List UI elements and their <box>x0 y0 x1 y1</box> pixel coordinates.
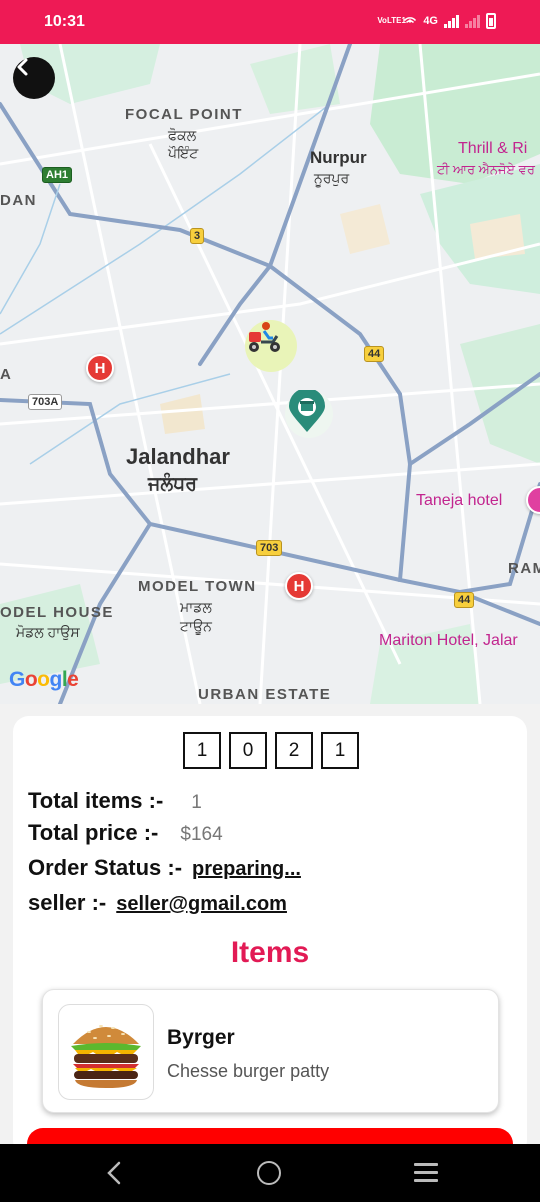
map-label-nurpur: Nurpur <box>310 148 367 167</box>
map-label-model-town-local: ਮਾਡਲ ਟਾਊਨ <box>180 599 212 634</box>
total-price-value: $164 <box>180 824 223 845</box>
google-logo-letter: G <box>9 668 25 691</box>
status-icons: VoLTE1 4G <box>377 12 496 29</box>
google-logo-letter: e <box>67 668 79 691</box>
otp-digit: 1 <box>183 732 221 769</box>
back-button[interactable] <box>13 57 55 99</box>
nav-home-icon[interactable] <box>257 1161 281 1185</box>
map-label-jalandhar-local: ਜਲੰਧਰ <box>148 474 198 495</box>
status-time: 10:31 <box>44 13 85 30</box>
order-details-card: 1 0 2 1 Total items :- 1 Total price :- … <box>13 716 527 1156</box>
map-label-thrill: Thrill & Ri <box>458 140 528 157</box>
seller-email-link[interactable]: seller@gmail.com <box>116 893 287 916</box>
network-type-label: 4G <box>423 14 438 27</box>
volte-icon: VoLTE1 <box>377 15 406 25</box>
road-shield-44-south: 44 <box>454 592 475 608</box>
otp-digit: 1 <box>321 732 359 769</box>
otp-digit: 0 <box>229 732 267 769</box>
google-logo-letter: g <box>49 668 63 691</box>
status-bar: 10:31 VoLTE1 4G <box>0 0 540 44</box>
otp-digit: 2 <box>275 732 313 769</box>
map-label-dan: DAN <box>0 192 37 209</box>
map-label-thrill-local: ਟੀ ਆਰ ਐਨਜੋਏ ਵਰ <box>437 162 535 177</box>
map-label-urban-estate: URBAN ESTATE <box>198 686 332 703</box>
hospital-pin-icon[interactable]: H <box>86 354 114 382</box>
map-view[interactable]: FOCAL POINT ਫੋਕਲ ਪੌਇੰਟ Nurpur ਨੂਰਪੁਰ Thr… <box>0 44 540 704</box>
total-price-row: Total price :- $164 <box>28 820 223 846</box>
google-logo: Google <box>9 668 79 692</box>
nav-back-icon[interactable] <box>104 1160 124 1186</box>
order-status-label: Order Status :- <box>28 855 183 880</box>
system-navigation-bar <box>0 1144 540 1202</box>
map-label-model-house: ODEL HOUSE <box>0 604 114 621</box>
total-price-label: Total price :- <box>28 820 159 845</box>
items-heading: Items <box>230 936 310 969</box>
item-description: Chesse burger patty <box>167 1061 330 1081</box>
chevron-left-icon <box>17 58 28 76</box>
delivery-rider-marker-icon[interactable] <box>245 320 297 372</box>
map-label-ram: RAM <box>508 560 540 577</box>
battery-icon <box>486 12 496 29</box>
burger-image <box>58 1004 154 1100</box>
map-label-jalandhar: Jalandhar <box>126 444 230 469</box>
road-shield-ah1: AH1 <box>42 167 73 183</box>
restaurant-location-pin-icon[interactable] <box>285 390 333 438</box>
order-status-value[interactable]: preparing... <box>192 858 301 881</box>
total-items-row: Total items :- 1 <box>28 788 202 814</box>
google-logo-letter: o <box>24 668 38 691</box>
seller-label: seller :- <box>28 890 107 915</box>
map-label-nurpur-local: ਨੂਰਪੁਰ <box>314 170 350 186</box>
map-label-focal-point-local: ਫੋਕਲ ਪੌਇੰਟ <box>168 127 199 161</box>
seller-row: seller :- seller@gmail.com <box>28 890 287 916</box>
map-label-model-town: MODEL TOWN <box>138 578 257 595</box>
signal-icon <box>444 14 459 28</box>
hotspot-icon <box>403 12 417 29</box>
map-label-mariton: Mariton Hotel, Jalar <box>379 632 518 649</box>
total-items-label: Total items :- <box>28 788 164 813</box>
hospital-pin-icon[interactable]: H <box>285 572 313 600</box>
road-shield-44-north: 44 <box>364 346 385 362</box>
road-shield-703a: 703A <box>28 394 63 410</box>
item-name: Byrger <box>167 1026 235 1049</box>
total-items-value: 1 <box>191 792 202 813</box>
google-logo-letter: o <box>37 668 50 691</box>
map-label-a: A <box>0 366 13 383</box>
map-label-taneja: Taneja hotel <box>416 492 503 509</box>
signal-secondary-icon <box>465 14 480 28</box>
map-label-focal-point: FOCAL POINT <box>125 106 243 123</box>
delivery-otp: 1 0 2 1 <box>183 732 359 769</box>
order-status-row: Order Status :- preparing... <box>28 855 301 881</box>
road-shield-703: 703 <box>256 540 283 556</box>
nav-recents-icon[interactable] <box>414 1163 438 1187</box>
road-shield-3: 3 <box>190 228 205 244</box>
order-item-card[interactable]: Byrger Chesse burger patty <box>42 989 499 1113</box>
map-label-model-house-local: ਮੋਡਲ ਹਾਉਸ <box>16 624 80 640</box>
